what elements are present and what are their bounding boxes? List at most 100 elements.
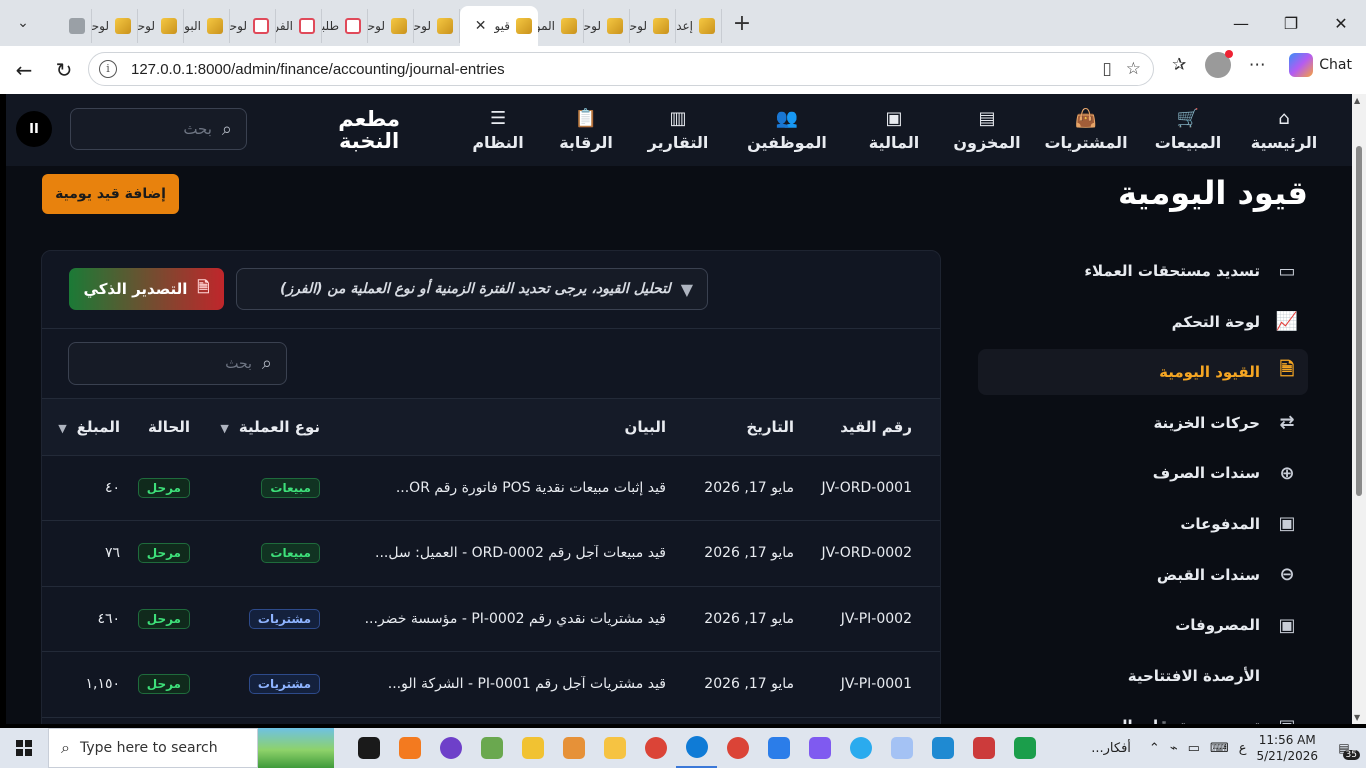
pause-icon[interactable]: II [16, 111, 52, 147]
browser-tab[interactable]: لوحة ال [138, 9, 184, 43]
taskbar-github-icon[interactable] [430, 728, 471, 768]
column-entry-no[interactable]: رقم القيد [794, 399, 940, 456]
url-text[interactable]: 127.0.0.1:8000/admin/finance/accounting/… [131, 61, 505, 78]
filter-hint-box[interactable]: ▼ لتحليل القيود، يرجى تحديد الفترة الزمن… [236, 268, 708, 310]
favorite-star-icon[interactable]: ☆ [1126, 59, 1141, 79]
more-options-icon[interactable]: ⋯ [1245, 55, 1269, 75]
brand-logo[interactable]: مطعم النخبة [338, 108, 400, 152]
chevron-up-icon[interactable]: ⌃ [1149, 741, 1160, 756]
sidebar-item[interactable]: ⇄ حركات الخزينة [978, 400, 1308, 446]
sidebar-item[interactable]: ▣ المدفوعات [978, 501, 1308, 547]
favorites-icon[interactable]: ✰ [1167, 55, 1191, 75]
browser-tab[interactable]: لوحة ال [230, 9, 276, 43]
tab-close-icon[interactable]: ✕ [475, 18, 487, 34]
taskbar-xampp-icon[interactable] [389, 728, 430, 768]
language-indicator[interactable]: ع [1239, 741, 1247, 756]
reader-mode-icon[interactable]: ▯ [1102, 59, 1111, 79]
browser-tab[interactable]: لوحة ت [368, 9, 414, 43]
sidebar-item[interactable]: ▭ تسديد مستحقات العملاء [978, 248, 1308, 294]
taskbar-app-yellow-icon[interactable] [512, 728, 553, 768]
taskbar-vscode-icon[interactable] [922, 728, 963, 768]
browser-tab[interactable]: لوحة ت [414, 9, 460, 43]
nav-item-reports[interactable]: ▥ التقارير [628, 94, 728, 166]
taskbar-app-photo-icon[interactable] [1004, 728, 1045, 768]
chevron-down-icon[interactable]: ▼ [58, 422, 66, 435]
battery-icon[interactable]: ▭ [1188, 741, 1200, 756]
nav-item-sales[interactable]: 🛒 المبيعات [1140, 94, 1236, 166]
column-status[interactable]: الحالة [120, 399, 190, 456]
taskbar-chrome-icon[interactable] [635, 728, 676, 768]
browser-tab[interactable]: قيو ✕ [460, 6, 538, 46]
maximize-icon[interactable]: ❐ [1266, 0, 1316, 46]
new-tab-plus-icon[interactable]: + [722, 11, 762, 36]
sidebar-item[interactable]: ▣ المصروفات [978, 602, 1308, 648]
start-button[interactable] [0, 728, 48, 768]
nav-item-inventory[interactable]: ▤ المخزون [942, 94, 1032, 166]
scroll-down-icon[interactable]: ▼ [1354, 713, 1360, 722]
table-row[interactable]: JV-PI-0002 مايو 17, 2026 قيد مشتريات نقدي … [42, 586, 940, 652]
browser-tab[interactable]: لوحة ال [584, 9, 630, 43]
taskbar-app-orange-icon[interactable] [553, 728, 594, 768]
smart-export-button[interactable]: 🗎 التصدير الذكي [69, 268, 224, 310]
taskbar-file-explorer-icon[interactable] [594, 728, 635, 768]
browser-tab[interactable]: الفرع ال [276, 9, 322, 43]
refresh-icon[interactable]: ↻ [44, 50, 84, 90]
taskbar-search[interactable]: ⌕ Type here to search [48, 728, 258, 768]
taskbar-edge-icon[interactable] [676, 728, 717, 768]
taskbar-app-a-icon[interactable] [758, 728, 799, 768]
column-amount[interactable]: المبلغ ▼ [42, 399, 120, 456]
add-journal-entry-button[interactable]: إضافة قيد يومية [42, 174, 179, 214]
scroll-thumb[interactable] [1356, 146, 1362, 496]
site-info-icon[interactable]: i [99, 60, 117, 78]
nav-item-purchases[interactable]: 👜 المشتريات [1032, 94, 1140, 166]
sidebar-item[interactable]: 📈 لوحة التحكم [978, 299, 1308, 345]
taskbar-vpn-icon[interactable] [799, 728, 840, 768]
taskbar-task-view-icon[interactable] [348, 728, 389, 768]
clock[interactable]: 11:56 AM 5/21/2026 [1256, 732, 1318, 764]
notifications-button[interactable]: ▤ 35 [1328, 732, 1360, 764]
minimize-icon[interactable]: — [1216, 0, 1266, 46]
page-scrollbar[interactable]: ▲ ▼ [1352, 94, 1366, 724]
table-row[interactable]: JV-PI-0001 مايو 17, 2026 قيد مشتريات آجل ر… [42, 651, 940, 718]
keyboard-icon[interactable]: ⌨ [1210, 741, 1229, 756]
table-row[interactable]: JV-ORD-0002 مايو 17, 2026 قيد مبيعات آجل ر… [42, 520, 940, 587]
table-row[interactable]: JV-ORD-0001 مايو 17, 2026 قيد إثبات مبيعات… [42, 455, 940, 521]
browser-tab[interactable] [46, 9, 92, 43]
copilot-chat-button[interactable]: Chat [1283, 53, 1358, 77]
taskbar-app-label[interactable]: أفكار... [1091, 741, 1131, 756]
browser-tab[interactable]: إعدادا [676, 9, 722, 43]
taskbar-telegram-icon[interactable] [840, 728, 881, 768]
chevron-down-icon[interactable]: ▼ [220, 422, 228, 435]
profile-avatar[interactable] [1205, 50, 1234, 78]
url-box[interactable]: i 127.0.0.1:8000/admin/finance/accountin… [88, 52, 1154, 86]
network-icon[interactable]: ⌁ [1170, 741, 1178, 756]
search-highlight-image[interactable] [258, 728, 334, 768]
sidebar-item[interactable]: الأرصدة الافتتاحية [978, 653, 1308, 699]
sidebar-item[interactable]: ⊕ سندات الصرف [978, 450, 1308, 496]
nav-item-system[interactable]: ☰ النظام [452, 94, 544, 166]
scroll-up-icon[interactable]: ▲ [1354, 96, 1360, 105]
column-type[interactable]: نوع العملية ▼ [190, 399, 320, 456]
sidebar-item[interactable]: 🗎 القيود اليومية [978, 349, 1308, 396]
browser-tab[interactable]: البوابة [184, 9, 230, 43]
browser-tab[interactable]: لوحة م [630, 9, 676, 43]
nav-item-finance[interactable]: ▣ المالية [846, 94, 942, 166]
sidebar-item[interactable]: ⊖ سندات القبض [978, 552, 1308, 598]
sidebar-item[interactable]: ▣ تسديد مستحقات الموردين [978, 703, 1308, 724]
column-date[interactable]: التاريخ [666, 399, 794, 456]
table-search-input[interactable]: ⌕ بحث [68, 342, 287, 385]
taskbar-app-notes-icon[interactable] [881, 728, 922, 768]
browser-tab[interactable]: لوحة ال [92, 9, 138, 43]
taskbar-chrome-2-icon[interactable] [717, 728, 758, 768]
nav-item-control[interactable]: 📋 الرقابة [544, 94, 628, 166]
browser-tab[interactable]: الموظ [538, 9, 584, 43]
nav-item-home[interactable]: ⌂ الرئيسية [1236, 94, 1332, 166]
column-description[interactable]: البيان [320, 399, 666, 456]
back-arrow-icon[interactable]: ← [4, 50, 44, 90]
browser-tab[interactable]: طلبات [322, 9, 368, 43]
nav-item-employees[interactable]: 👥 الموظفين [728, 94, 846, 166]
global-search-input[interactable]: ⌕ بحث [70, 108, 247, 150]
tab-actions-chevron-icon[interactable]: ⌄ [0, 0, 46, 46]
close-window-icon[interactable]: ✕ [1316, 0, 1366, 46]
taskbar-app-tool-icon[interactable] [963, 728, 1004, 768]
